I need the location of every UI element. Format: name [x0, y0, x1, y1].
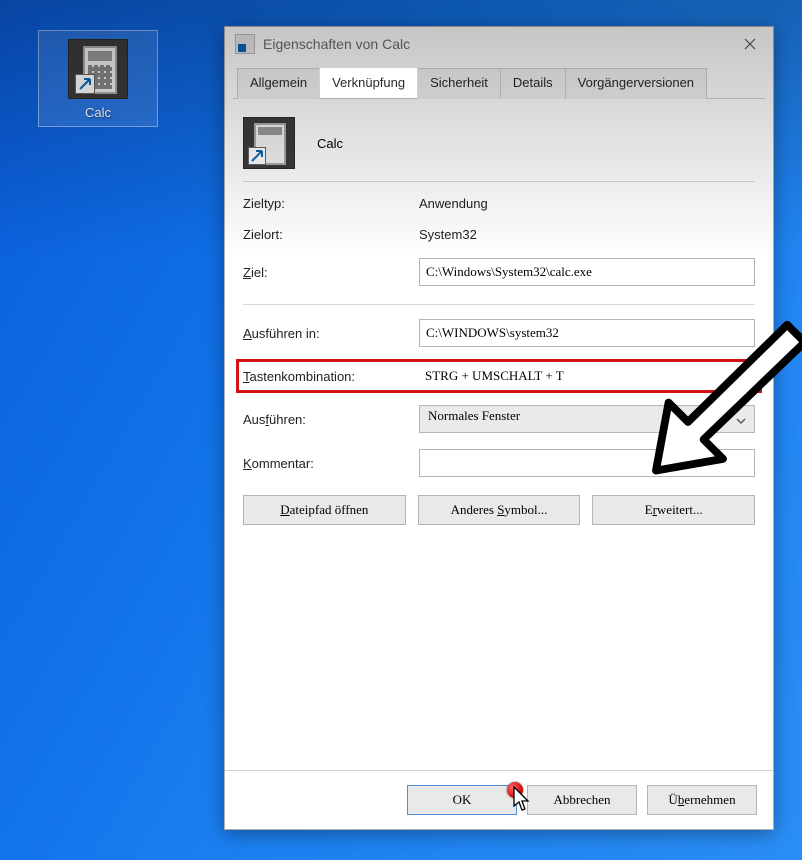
value-zieltyp: Anwendung	[419, 196, 755, 211]
input-ziel[interactable]	[419, 258, 755, 286]
annotation-arrow-icon	[640, 315, 802, 490]
tab-allgemein[interactable]: Allgemein	[237, 68, 320, 99]
select-ausfuehren[interactable]: Normales Fenster	[419, 405, 755, 433]
tabstrip: Allgemein Verknüpfung Sicherheit Details…	[233, 67, 765, 99]
app-name: Calc	[317, 136, 343, 151]
separator	[243, 304, 755, 305]
annotation-click-marker	[507, 782, 523, 798]
titlebar[interactable]: Eigenschaften von Calc	[225, 27, 773, 61]
tab-panel: Calc Zieltyp: Anwendung Zielort: System3…	[225, 99, 773, 537]
calculator-icon	[68, 39, 128, 99]
dialog-actions: OK Abbrechen Übernehmen	[225, 770, 773, 829]
desktop-shortcut-label: Calc	[43, 105, 153, 120]
value-zielort: System32	[419, 227, 755, 242]
desktop-background: Calc Eigenschaften von Calc Allgemein Ve…	[0, 0, 802, 860]
label-zielort: Zielort:	[243, 227, 413, 242]
app-calculator-icon	[243, 117, 295, 169]
tab-vorgaengerversionen[interactable]: Vorgängerversionen	[565, 68, 707, 99]
button-symbol[interactable]: Anderes Symbol...	[418, 495, 581, 525]
label-tastenkombination: Tastenkombination:	[243, 369, 413, 384]
tab-verknuepfung[interactable]: Verknüpfung	[319, 67, 418, 98]
desktop-shortcut-calc[interactable]: Calc	[38, 30, 158, 127]
label-zieltyp: Zieltyp:	[243, 196, 413, 211]
tab-sicherheit[interactable]: Sicherheit	[417, 68, 501, 99]
select-ausfuehren-value: Normales Fenster	[428, 408, 520, 423]
cancel-button[interactable]: Abbrechen	[527, 785, 637, 815]
label-ziel: Ziel:	[243, 265, 413, 280]
input-tastenkombination[interactable]	[419, 364, 755, 388]
button-erweitert[interactable]: Erweitert...	[592, 495, 755, 525]
shortcut-arrow-icon	[75, 74, 95, 94]
highlight-hotkey-row: Tastenkombination:	[236, 359, 762, 393]
properties-dialog: Eigenschaften von Calc Allgemein Verknüp…	[224, 26, 774, 830]
titlebar-title: Eigenschaften von Calc	[263, 36, 727, 52]
titlebar-icon	[235, 34, 255, 54]
chevron-down-icon	[736, 414, 746, 424]
close-button[interactable]	[727, 27, 773, 61]
input-ausfuehren-in[interactable]	[419, 319, 755, 347]
apply-button[interactable]: Übernehmen	[647, 785, 757, 815]
input-kommentar[interactable]	[419, 449, 755, 477]
cursor-icon	[512, 786, 532, 812]
separator	[243, 181, 755, 182]
button-dateipfad[interactable]: Dateipfad öffnen	[243, 495, 406, 525]
label-ausfuehren-in: Ausführen in:	[243, 326, 413, 341]
label-ausfuehren: Ausführen:	[243, 412, 413, 427]
ok-button[interactable]: OK	[407, 785, 517, 815]
tab-details[interactable]: Details	[500, 68, 566, 99]
shortcut-arrow-icon	[248, 147, 266, 165]
label-kommentar: Kommentar:	[243, 456, 413, 471]
close-icon	[744, 38, 756, 50]
